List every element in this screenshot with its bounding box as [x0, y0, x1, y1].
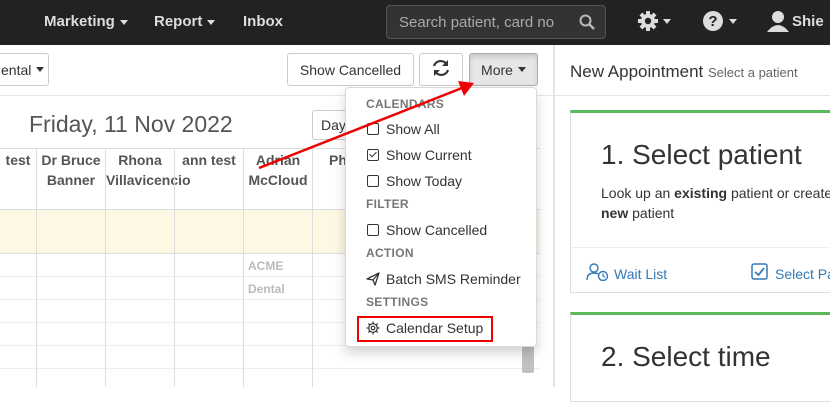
user-clock-icon	[586, 263, 614, 284]
select-patient-card-footer: Wait List Select Pa	[570, 247, 830, 293]
panel-subtitle: Select a patient	[707, 65, 798, 80]
step-1-description: Look up an existing patient or create	[601, 185, 830, 201]
select-time-card: 2. Select time	[570, 312, 830, 402]
step-1-description-2: new patient	[601, 205, 675, 221]
wait-list-link[interactable]: Wait List	[586, 263, 667, 284]
checkbox-checked-icon	[751, 263, 775, 284]
panel-title: New Appointment Select a patient	[570, 62, 798, 81]
step-1-heading: 1. Select patient	[601, 139, 802, 170]
step-2-heading: 2. Select time	[601, 341, 771, 372]
select-patient-card: 1. Select patient Look up an existing pa…	[570, 110, 830, 248]
select-patient-link[interactable]: Select Pa	[751, 263, 830, 284]
panel-title-divider	[555, 95, 830, 96]
